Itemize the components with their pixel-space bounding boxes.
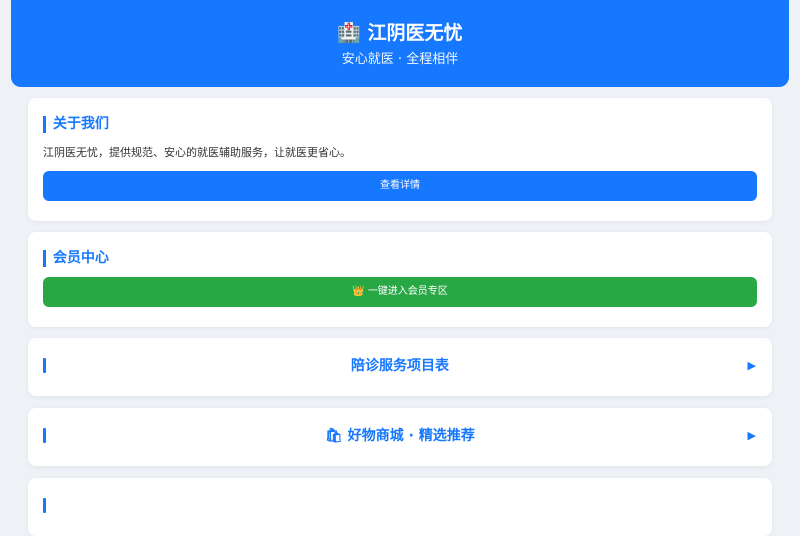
next-link-card[interactable] [28,478,772,536]
about-text: 江阴医无忧，提供规范、安心的就医辅助服务，让就医更省心。 [43,146,351,159]
mall-link[interactable]: 🛍 好物商城 · 精选推荐 ▶ [28,408,772,466]
about-title: 关于我们 [43,116,109,133]
arrow-right-icon: ▶ [747,359,756,372]
about-card: 关于我们 江阴医无忧，提供规范、安心的就医辅助服务，让就医更省心。 查看详情 [28,98,772,221]
app-title: 🏥 江阴医无忧 [11,20,789,46]
hospital-icon: 🏥 [337,22,362,44]
service-list-label: 陪诊服务项目表 [351,358,449,374]
view-details-button[interactable]: 查看详情 [43,171,757,201]
mall-label: 🛍 好物商城 · 精选推荐 [28,426,772,446]
arrow-right-icon: ▶ [747,429,756,442]
app-subtitle: 安心就医 · 全程相伴 [341,52,459,67]
member-title: 会员中心 [43,250,109,267]
service-list-link[interactable]: 陪诊服务项目表 ▶ [28,338,772,396]
app-title-text: 江阴医无忧 [367,22,463,44]
member-zone-button-label: 一键进入会员专区 [367,286,448,297]
mall-label-text: 好物商城 · 精选推荐 [347,428,475,444]
member-zone-button[interactable]: 👑 一键进入会员专区 [43,277,757,307]
app-header: 🏥 江阴医无忧 安心就医 · 全程相伴 [11,0,789,87]
shop-icon: 🛍 [325,428,343,444]
member-card: 会员中心 👑 一键进入会员专区 [28,232,772,327]
section-bar [43,498,46,513]
crown-icon: 👑 [352,286,365,297]
